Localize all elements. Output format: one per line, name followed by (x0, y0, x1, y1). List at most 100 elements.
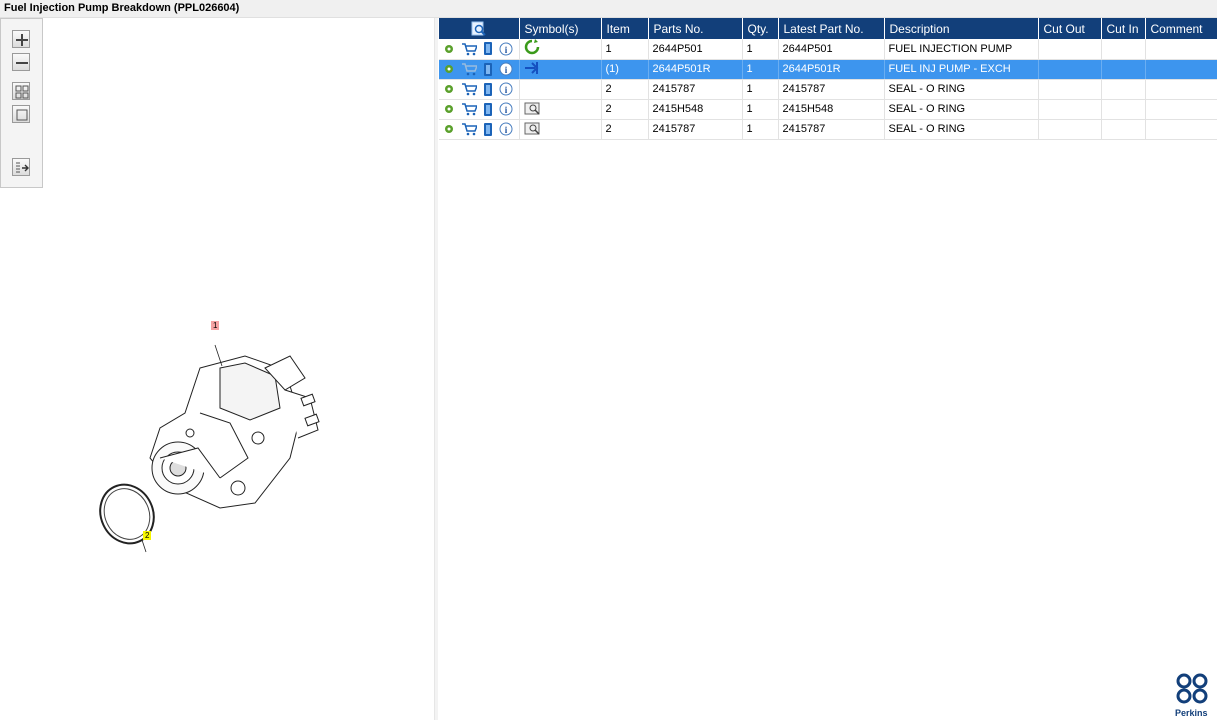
cut-in-cell (1101, 119, 1146, 140)
pane-splitter[interactable] (434, 18, 438, 720)
table-row[interactable]: i 1 2644P501 1 2644P501 FUEL INJECTION PUMP (439, 39, 1217, 60)
toggle-panel-icon (16, 162, 29, 173)
manual-icon[interactable] (483, 82, 493, 97)
shopping-cart-icon[interactable] (461, 102, 478, 116)
info-icon[interactable]: i (499, 82, 513, 96)
cut-out-cell (1038, 39, 1102, 60)
symbol-cell (519, 99, 602, 120)
gear-icon[interactable] (443, 43, 455, 55)
column-header-search[interactable] (439, 18, 520, 39)
info-icon[interactable]: i (499, 122, 513, 136)
search-doc-icon (471, 21, 486, 36)
table-header-row: Symbol(s) Item Parts No. Qty. Latest Par… (439, 18, 1217, 39)
comment-cell (1145, 59, 1217, 80)
parts-no-cell: 2644P501R (648, 59, 743, 80)
column-header-latest-part-no[interactable]: Latest Part No. (778, 18, 885, 39)
kit-icon (524, 102, 542, 119)
parts-no-cell: 2415787 (648, 119, 743, 140)
gear-icon[interactable] (443, 83, 455, 95)
column-header-item[interactable]: Item (601, 18, 649, 39)
table-row[interactable]: i 2 2415787 1 2415787 SEAL - O RING (439, 119, 1217, 140)
item-cell: 1 (601, 39, 649, 60)
table-row[interactable]: i (1) 2644P501R 1 2644P501R FUEL INJ PUMP - E… (439, 59, 1217, 80)
drawing-pane[interactable]: 1 2 (0, 18, 434, 720)
column-header-cut-in[interactable]: Cut In (1101, 18, 1146, 39)
o-ring-part[interactable] (91, 476, 163, 552)
shopping-cart-icon[interactable] (461, 62, 478, 76)
info-icon[interactable]: i (499, 42, 513, 56)
fit-page-icon (16, 109, 28, 121)
latest-part-no-cell: 2415H548 (778, 99, 885, 120)
manual-icon[interactable] (483, 102, 493, 117)
grid-view-icon (15, 85, 29, 99)
cut-in-cell (1101, 79, 1146, 100)
parts-no-cell: 2415H548 (648, 99, 743, 120)
zoom-out-button[interactable] (12, 53, 30, 71)
description-cell: FUEL INJECTION PUMP (884, 39, 1039, 60)
comment-cell (1145, 39, 1217, 60)
row-actions-cell: i (439, 119, 520, 140)
comment-cell (1145, 119, 1217, 140)
cut-in-cell (1101, 39, 1146, 60)
column-header-symbols[interactable]: Symbol(s) (519, 18, 602, 39)
symbol-cell (519, 119, 602, 140)
brand-name: Perkins (1175, 708, 1208, 718)
description-cell: SEAL - O RING (884, 79, 1039, 100)
column-header-qty[interactable]: Qty. (742, 18, 779, 39)
latest-part-no-cell: 2644P501 (778, 39, 885, 60)
callout-item-2[interactable]: 2 (143, 531, 152, 540)
exchange-icon (524, 61, 542, 79)
gear-icon[interactable] (443, 123, 455, 135)
column-header-comment[interactable]: Comment (1145, 18, 1217, 39)
manual-icon[interactable] (483, 41, 493, 56)
table-row[interactable]: i 2 2415H548 1 2415H548 SEAL - O RING (439, 99, 1217, 120)
comment-cell (1145, 79, 1217, 100)
symbol-cell (519, 39, 602, 60)
parts-no-cell: 2415787 (648, 79, 743, 100)
title-bar: Fuel Injection Pump Breakdown (PPL026604… (0, 0, 1217, 18)
row-actions-cell: i (439, 79, 520, 100)
toggle-panel-button[interactable] (12, 158, 30, 176)
info-icon[interactable]: i (499, 102, 513, 116)
gear-icon[interactable] (443, 63, 455, 75)
recycle-icon (524, 39, 540, 58)
column-header-parts-no[interactable]: Parts No. (648, 18, 743, 39)
callout-item-1[interactable]: 1 (211, 321, 220, 330)
row-actions-cell: i (439, 59, 520, 80)
cut-in-cell (1101, 59, 1146, 80)
column-header-cut-out[interactable]: Cut Out (1038, 18, 1102, 39)
zoom-in-button[interactable] (12, 30, 30, 48)
description-cell: SEAL - O RING (884, 99, 1039, 120)
cut-out-cell (1038, 119, 1102, 140)
manual-icon[interactable] (483, 122, 493, 137)
cut-out-cell (1038, 59, 1102, 80)
cut-out-cell (1038, 99, 1102, 120)
column-header-description[interactable]: Description (884, 18, 1039, 39)
item-cell: 2 (601, 119, 649, 140)
item-cell: 2 (601, 99, 649, 120)
shopping-cart-icon[interactable] (461, 82, 478, 96)
symbol-cell (519, 79, 602, 100)
latest-part-no-cell: 2644P501R (778, 59, 885, 80)
qty-cell: 1 (742, 39, 779, 60)
exploded-view-drawing[interactable] (80, 308, 340, 558)
info-icon[interactable]: i (499, 62, 513, 76)
grid-view-button[interactable] (12, 82, 30, 100)
parts-no-cell: 2644P501 (648, 39, 743, 60)
fuel-injection-pump-part[interactable] (149, 355, 320, 509)
shopping-cart-icon[interactable] (461, 42, 478, 56)
item-cell: 2 (601, 79, 649, 100)
cut-out-cell (1038, 79, 1102, 100)
item-cell: (1) (601, 59, 649, 80)
symbol-cell (519, 59, 602, 80)
viewer-toolbar (0, 18, 43, 188)
fit-page-button[interactable] (12, 105, 30, 123)
gear-icon[interactable] (443, 103, 455, 115)
shopping-cart-icon[interactable] (461, 122, 478, 136)
zoom-in-icon (16, 34, 28, 46)
table-row[interactable]: i 2 2415787 1 2415787 SEAL - O RING (439, 79, 1217, 100)
kit-icon (524, 122, 542, 139)
latest-part-no-cell: 2415787 (778, 119, 885, 140)
manual-icon[interactable] (483, 62, 493, 77)
zoom-out-icon (16, 62, 28, 64)
